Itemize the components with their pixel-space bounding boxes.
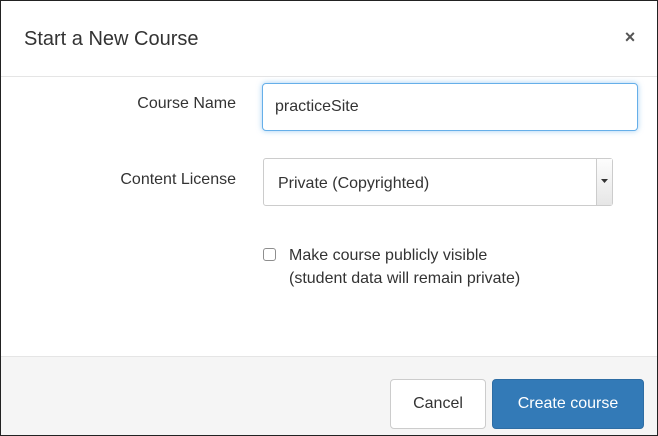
public-visible-checkbox[interactable]	[263, 248, 276, 261]
content-license-select[interactable]: Private (Copyrighted)	[263, 158, 613, 206]
close-icon[interactable]: ×	[620, 25, 640, 49]
public-visible-label-line1: Make course publicly visible	[289, 247, 488, 264]
dropdown-arrow-icon[interactable]	[596, 159, 612, 205]
content-license-label: Content License	[120, 171, 236, 188]
course-name-label: Course Name	[137, 95, 236, 112]
create-course-button[interactable]: Create course	[492, 379, 644, 429]
new-course-dialog: Start a New Course × Course Name Content…	[0, 0, 658, 436]
public-visible-label[interactable]: Make course publicly visible (student da…	[289, 244, 520, 290]
public-visible-label-line2: (student data will remain private)	[289, 270, 521, 287]
content-license-value: Private (Copyrighted)	[278, 175, 430, 192]
dialog-header: Start a New Course ×	[1, 1, 657, 77]
dialog-footer: Cancel Create course	[1, 356, 657, 435]
cancel-button[interactable]: Cancel	[390, 379, 486, 429]
dialog-title: Start a New Course	[24, 28, 199, 50]
course-name-input[interactable]	[262, 83, 638, 131]
